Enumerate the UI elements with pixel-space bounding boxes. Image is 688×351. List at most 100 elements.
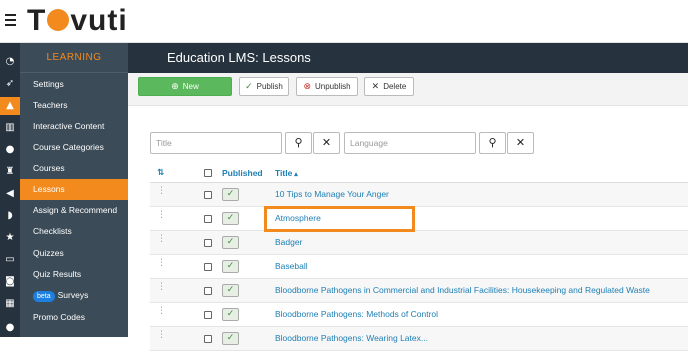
- table-row: ⋮ ✓ Bloodborne Pathogens: Wearing Latex.…: [150, 327, 688, 351]
- published-toggle[interactable]: ✓: [222, 332, 239, 345]
- rocket-icon[interactable]: ➶: [0, 75, 20, 93]
- published-toggle[interactable]: ✓: [222, 284, 239, 297]
- sidebar-item-course-categories[interactable]: Course Categories: [20, 137, 128, 158]
- lesson-title-link[interactable]: Bloodborne Pathogens: Wearing Latex...: [275, 327, 428, 350]
- published-toggle[interactable]: ✓: [222, 260, 239, 273]
- row-checkbox[interactable]: [204, 335, 212, 343]
- calendar-icon[interactable]: ▦: [0, 295, 20, 313]
- unpublish-button[interactable]: ⊗ Unpublish: [296, 77, 358, 96]
- new-button-label: New: [182, 82, 199, 91]
- table-header: ⇅ Published Title ▴: [150, 163, 688, 183]
- beta-badge: beta: [33, 291, 55, 302]
- lesson-title-link[interactable]: 10 Tips to Manage Your Anger: [275, 183, 389, 206]
- delete-button-label: Delete: [383, 82, 407, 91]
- page-title: Education LMS: Lessons: [167, 50, 311, 65]
- icon-rail: ◔ ➶ ▲ ▥ ● ♜ ◀ ◗ ★ ▭ ◙ ▦ ●: [0, 43, 20, 337]
- sort-asc-icon: ▴: [292, 171, 298, 178]
- title-filter-input[interactable]: Title: [150, 132, 282, 154]
- published-column-header[interactable]: Published: [222, 163, 263, 183]
- sidebar-item-courses[interactable]: Courses: [20, 158, 128, 179]
- action-toolbar: ⊕ New ✓ Publish ⊗ Unpublish ✕ Delete: [128, 73, 688, 106]
- close-icon: ✕: [321, 136, 332, 149]
- row-checkbox[interactable]: [204, 311, 212, 319]
- check-icon: ✓: [245, 82, 253, 92]
- close-icon: ✕: [371, 82, 380, 92]
- new-button[interactable]: ⊕ New: [138, 77, 232, 96]
- highlight-annotation: [264, 206, 415, 232]
- language-filter-input[interactable]: Language: [344, 132, 476, 154]
- published-toggle[interactable]: ✓: [222, 236, 239, 249]
- rss-icon[interactable]: ◗: [0, 207, 20, 225]
- drag-handle-icon[interactable]: ⋮: [157, 331, 166, 340]
- lesson-title-link[interactable]: Badger: [275, 231, 302, 254]
- drag-handle-icon[interactable]: ⋮: [157, 283, 166, 292]
- row-checkbox[interactable]: [204, 215, 212, 223]
- sidebar-item-teachers[interactable]: Teachers: [20, 95, 128, 116]
- tovuti-logo[interactable]: Tvuti: [27, 4, 128, 38]
- sidebar-item-lessons[interactable]: Lessons: [20, 179, 128, 200]
- trophy-icon[interactable]: ♜: [0, 163, 20, 181]
- row-checkbox[interactable]: [204, 191, 212, 199]
- publish-button-label: Publish: [256, 82, 283, 91]
- table-row: ⋮ ✓ 10 Tips to Manage Your Anger: [150, 183, 688, 207]
- drag-handle-icon[interactable]: ⋮: [157, 235, 166, 244]
- chart-icon[interactable]: ▥: [0, 119, 20, 137]
- sort-order-icon[interactable]: ⇅: [157, 163, 164, 183]
- sidebar-item-quiz-results[interactable]: Quiz Results: [20, 264, 128, 285]
- drag-handle-icon[interactable]: ⋮: [157, 187, 166, 196]
- table-row: ⋮ ✓ Bloodborne Pathogens: Methods of Con…: [150, 303, 688, 327]
- graduation-cap-icon[interactable]: ▲: [0, 97, 20, 115]
- delete-button[interactable]: ✕ Delete: [364, 77, 414, 96]
- hamburger-menu-icon[interactable]: [5, 14, 16, 26]
- search-icon: ⚲: [294, 136, 303, 149]
- sidebar-item-assign-recommend[interactable]: Assign & Recommend: [20, 200, 128, 221]
- lesson-title-link[interactable]: Bloodborne Pathogens in Commercial and I…: [275, 279, 650, 302]
- top-bar: Tvuti: [0, 0, 688, 43]
- lesson-title-link[interactable]: Bloodborne Pathogens: Methods of Control: [275, 303, 438, 326]
- table-row: ⋮ ✓ Bloodborne Pathogens in Commercial a…: [150, 279, 688, 303]
- row-checkbox[interactable]: [204, 239, 212, 247]
- drag-handle-icon[interactable]: ⋮: [157, 307, 166, 316]
- learning-sidebar: LEARNING Settings Teachers Interactive C…: [20, 43, 128, 337]
- row-checkbox[interactable]: [204, 287, 212, 295]
- lesson-title-link[interactable]: Baseball: [275, 255, 308, 278]
- id-badge-icon[interactable]: ◙: [0, 273, 20, 291]
- drag-handle-icon[interactable]: ⋮: [157, 259, 166, 268]
- published-toggle[interactable]: ✓: [222, 212, 239, 225]
- published-toggle[interactable]: ✓: [222, 188, 239, 201]
- drag-handle-icon[interactable]: ⋮: [157, 211, 166, 220]
- unpublish-button-label: Unpublish: [314, 82, 351, 91]
- close-icon: ✕: [515, 136, 526, 149]
- title-header-label: Title: [275, 168, 293, 178]
- credit-card-icon[interactable]: ▭: [0, 251, 20, 269]
- publish-button[interactable]: ✓ Publish: [239, 77, 289, 96]
- star-icon[interactable]: ★: [0, 229, 20, 247]
- language-search-button[interactable]: ⚲: [479, 132, 506, 154]
- logo-text-t: T: [27, 4, 47, 37]
- title-column-header[interactable]: Title ▴: [275, 163, 298, 185]
- sidebar-item-interactive-content[interactable]: Interactive Content: [20, 116, 128, 137]
- sidebar-item-label: Surveys: [57, 290, 89, 300]
- megaphone-icon[interactable]: ◀: [0, 185, 20, 203]
- table-row: ⋮ ✓ Badger: [150, 231, 688, 255]
- x-circle-icon: ⊗: [303, 82, 311, 92]
- title-search-button[interactable]: ⚲: [285, 132, 312, 154]
- users-icon[interactable]: ●: [0, 141, 20, 159]
- chat-icon[interactable]: ●: [0, 319, 20, 337]
- sidebar-item-surveys[interactable]: beta Surveys: [20, 285, 128, 306]
- table-row: ⋮ ✓ Baseball: [150, 255, 688, 279]
- page-header: Education LMS: Lessons: [128, 43, 688, 73]
- row-checkbox[interactable]: [204, 263, 212, 271]
- logo-o-mark: [47, 9, 70, 31]
- select-all-checkbox[interactable]: [204, 169, 212, 177]
- title-clear-button[interactable]: ✕: [313, 132, 340, 154]
- language-clear-button[interactable]: ✕: [507, 132, 534, 154]
- sidebar-item-checklists[interactable]: Checklists: [20, 221, 128, 242]
- plus-circle-icon: ⊕: [171, 82, 179, 92]
- search-icon: ⚲: [488, 136, 497, 149]
- dashboard-icon[interactable]: ◔: [0, 53, 20, 71]
- sidebar-item-settings[interactable]: Settings: [20, 74, 128, 95]
- sidebar-item-quizzes[interactable]: Quizzes: [20, 243, 128, 264]
- sidebar-item-promo-codes[interactable]: Promo Codes: [20, 307, 128, 328]
- published-toggle[interactable]: ✓: [222, 308, 239, 321]
